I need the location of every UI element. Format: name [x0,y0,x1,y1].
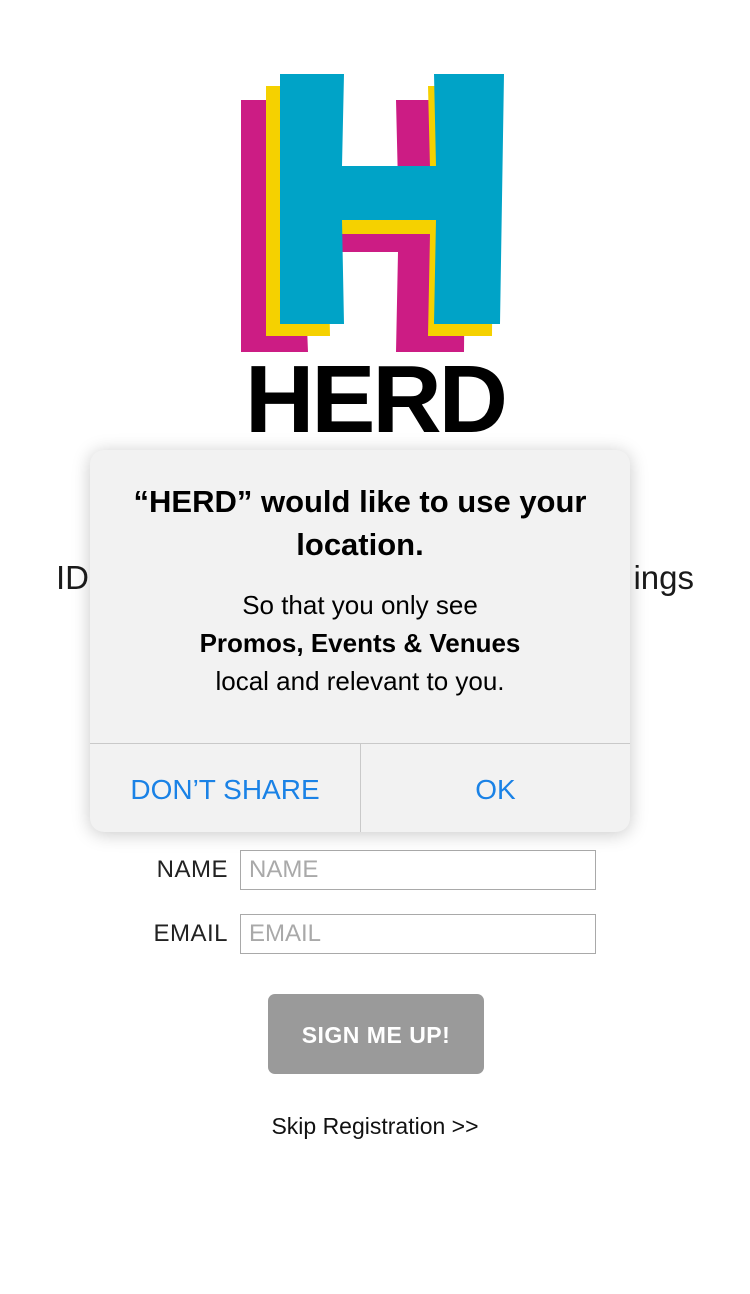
dont-share-button[interactable]: DON’T SHARE [90,744,360,832]
email-field[interactable] [240,914,596,954]
tagline-right-fragment: ings [633,559,694,596]
email-row: EMAIL [0,914,750,954]
alert-message-line-1: So that you only see [242,590,478,620]
email-label: EMAIL [153,920,228,947]
sign-up-button[interactable]: SIGN ME UP! [268,994,484,1074]
name-field[interactable] [240,850,596,890]
tagline-left-fragment: ID [56,559,89,596]
herd-wordmark: HERD [244,346,508,453]
alert-actions: DON’T SHARE OK [90,743,630,832]
logo-h-cyan [280,74,504,324]
herd-h-logo-icon [241,74,504,352]
registration-screen: HERD ID ings NAME EMAIL SIGN ME UP! Skip… [0,0,750,1294]
alert-title: “HERD” would like to use your location. [133,484,587,562]
ok-button[interactable]: OK [360,744,630,832]
alert-body: “HERD” would like to use your location. … [90,450,630,743]
alert-message-line-3: local and relevant to you. [215,666,505,696]
location-permission-alert: “HERD” would like to use your location. … [90,450,630,832]
skip-registration-link[interactable]: Skip Registration >> [0,1108,750,1144]
alert-message-bold: Promos, Events & Venues [199,628,521,658]
alert-message: So that you only see Promos, Events & Ve… [120,586,600,700]
name-label: NAME [156,856,228,883]
name-row: NAME [0,850,750,890]
